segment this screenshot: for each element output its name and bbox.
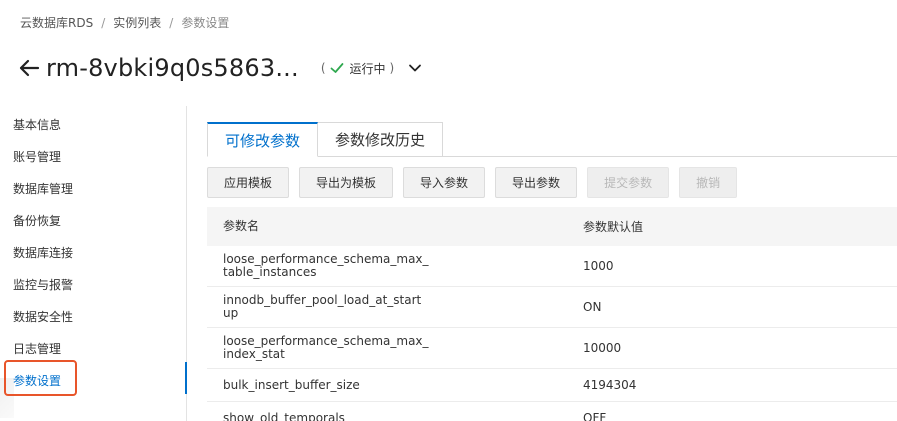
param-value-cell: ON [583, 300, 602, 314]
breadcrumb-separator: / [101, 15, 106, 30]
sidebar-item-monitoring[interactable]: 监控与报警 [13, 276, 73, 293]
param-name-cell: bulk_insert_buffer_size [223, 377, 360, 392]
export-params-button[interactable]: 导出参数 [495, 167, 578, 198]
sidebar: 基本信息 账号管理 数据库管理 备份恢复 数据库连接 监控与报警 数据安全性 日… [0, 106, 187, 421]
param-name-line: table_instances [223, 265, 317, 279]
breadcrumb: 云数据库RDS / 实例列表 / 参数设置 [20, 14, 229, 31]
sidebar-item-databases[interactable]: 数据库管理 [13, 180, 73, 197]
param-name-line: index_stat [223, 347, 285, 361]
arrow-left-icon[interactable] [18, 58, 40, 78]
params-table: 参数名 参数默认值 loose_performance_schema_max_ … [207, 207, 897, 421]
breadcrumb-item-instances[interactable]: 实例列表 [113, 14, 161, 31]
param-name-line: loose_performance_schema_max_ [223, 252, 429, 266]
highlight-box [4, 360, 77, 396]
sidebar-item-logs[interactable]: 日志管理 [13, 340, 61, 357]
sidebar-active-indicator [185, 362, 187, 394]
breadcrumb-item-rds[interactable]: 云数据库RDS [20, 14, 93, 31]
chevron-down-icon[interactable] [408, 63, 422, 73]
param-name-cell: loose_performance_schema_max_ index_stat [207, 335, 566, 361]
page-header: rm-8vbki9q0s5863... ( 运行中 ) [18, 50, 422, 86]
param-value-cell: 4194304 [583, 378, 637, 392]
sidebar-item-accounts[interactable]: 账号管理 [13, 148, 61, 165]
param-name-cell: loose_performance_schema_max_ table_inst… [207, 253, 566, 279]
table-row: loose_performance_schema_max_ table_inst… [207, 246, 897, 287]
table-header: 参数名 参数默认值 [207, 207, 897, 246]
revoke-button[interactable]: 撤销 [679, 167, 738, 198]
sidebar-item-basic-info[interactable]: 基本信息 [13, 116, 61, 133]
param-name-line: loose_performance_schema_max_ [223, 334, 429, 348]
tab-modifiable-params[interactable]: 可修改参数 [207, 122, 319, 157]
toolbar: 应用模板 导出为模板 导入参数 导出参数 提交参数 撤销 [207, 167, 747, 198]
breadcrumb-item-params: 参数设置 [181, 16, 230, 30]
status-paren-close: ) [389, 61, 395, 75]
column-header-param-name: 参数名 [223, 219, 260, 233]
param-name-line: innodb_buffer_pool_load_at_start [223, 293, 422, 307]
import-params-button[interactable]: 导入参数 [403, 167, 486, 198]
table-row: innodb_buffer_pool_load_at_start up ON [207, 287, 897, 328]
sidebar-item-security[interactable]: 数据安全性 [13, 308, 73, 325]
page-title: rm-8vbki9q0s5863... [46, 54, 299, 82]
check-icon [330, 62, 344, 74]
param-value-cell: 10000 [583, 341, 622, 355]
param-name-cell: show_old_temporals [223, 410, 345, 421]
sidebar-item-backup[interactable]: 备份恢复 [13, 212, 61, 229]
submit-params-button[interactable]: 提交参数 [587, 167, 670, 198]
param-value-cell: OFF [583, 411, 607, 421]
table-row: loose_performance_schema_max_ index_stat… [207, 328, 897, 369]
status-badge: ( 运行中 ) [317, 60, 398, 77]
param-name-cell: innodb_buffer_pool_load_at_start up [207, 294, 566, 320]
export-as-template-button[interactable]: 导出为模板 [299, 167, 394, 198]
param-name-line: up [223, 306, 239, 320]
table-row: show_old_temporals OFF [207, 402, 897, 421]
sidebar-item-connection[interactable]: 数据库连接 [13, 244, 73, 261]
column-header-default-value: 参数默认值 [583, 220, 644, 234]
status-label: 运行中 [349, 61, 386, 76]
tab-bar: 可修改参数 参数修改历史 [207, 122, 444, 157]
table-row: bulk_insert_buffer_size 4194304 [207, 369, 897, 402]
param-value-cell: 1000 [583, 259, 614, 273]
apply-template-button[interactable]: 应用模板 [207, 167, 290, 198]
breadcrumb-separator: / [169, 15, 174, 30]
status-paren-open: ( [320, 61, 326, 75]
tab-param-history[interactable]: 参数修改历史 [318, 122, 444, 157]
